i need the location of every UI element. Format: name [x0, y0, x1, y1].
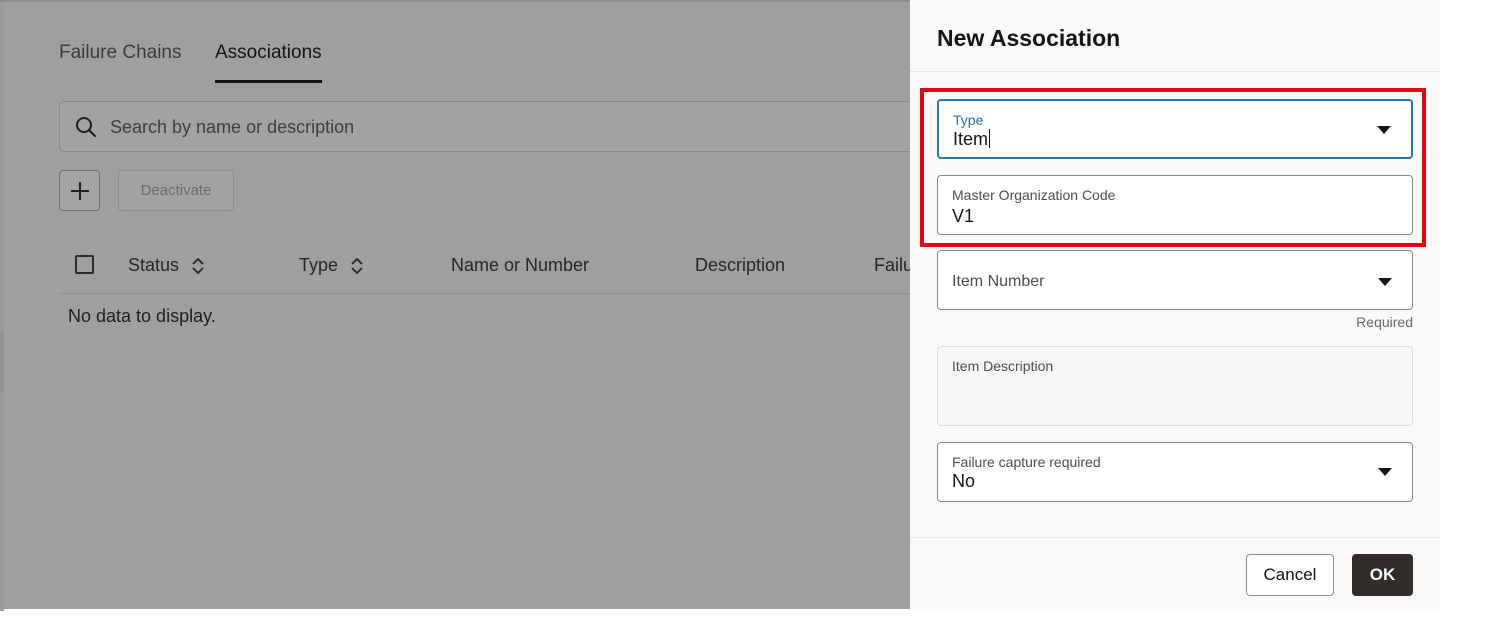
left-edge-marker — [0, 332, 4, 392]
deactivate-button[interactable]: Deactivate — [118, 170, 234, 211]
type-label: Type — [953, 112, 984, 128]
master-organization-code-label: Master Organization Code — [952, 187, 1116, 203]
sort-icon[interactable] — [350, 257, 364, 275]
tab-failure-chains[interactable]: Failure Chains — [59, 42, 182, 80]
search-input[interactable] — [110, 114, 890, 140]
column-header-label: Type — [299, 255, 339, 275]
footer-divider — [910, 537, 1440, 538]
drawer-title: New Association — [937, 25, 1121, 51]
column-header-status[interactable]: Status — [128, 255, 205, 276]
item-number-required-hint: Required — [1356, 314, 1413, 330]
column-header-failure: Failu — [874, 255, 913, 276]
tab-associations[interactable]: Associations — [215, 42, 322, 83]
type-value[interactable]: Item — [953, 129, 990, 150]
column-header-description: Description — [695, 255, 785, 276]
caret-down-icon[interactable] — [1378, 278, 1392, 286]
column-header-label: Description — [695, 255, 786, 275]
caret-down-icon[interactable] — [1378, 468, 1392, 476]
column-header-type[interactable]: Type — [299, 255, 364, 276]
search-icon — [76, 117, 97, 138]
search-bar[interactable] — [59, 101, 919, 152]
failure-capture-required-value[interactable]: No — [952, 471, 975, 492]
select-all-checkbox[interactable] — [75, 255, 94, 274]
ok-button[interactable]: OK — [1352, 554, 1413, 596]
column-header-label: Failu — [874, 255, 914, 275]
item-description-field: Item Description — [937, 346, 1413, 426]
item-number-label: Item Number — [952, 273, 1045, 290]
background-page: Failure Chains Associations Deactivate S… — [0, 0, 919, 611]
failure-capture-required-label: Failure capture required — [952, 454, 1101, 470]
add-button[interactable] — [59, 170, 100, 211]
empty-table-message: No data to display. — [68, 306, 216, 326]
table-header: Status Type Name or Number Description F… — [59, 246, 913, 294]
header-divider — [910, 71, 1440, 72]
left-edge-strip — [0, 2, 4, 611]
item-number-select[interactable]: Item Number — [937, 250, 1413, 310]
type-select[interactable]: Type Item — [937, 99, 1413, 159]
master-organization-code-field[interactable]: Master Organization Code V1 — [937, 175, 1413, 235]
item-description-label: Item Description — [952, 358, 1054, 374]
cancel-button[interactable]: Cancel — [1246, 554, 1334, 596]
sort-icon[interactable] — [191, 257, 205, 275]
column-header-name-or-number: Name or Number — [451, 255, 589, 276]
failure-capture-required-select[interactable]: Failure capture required No — [937, 442, 1413, 502]
column-header-label: Name or Number — [451, 255, 590, 275]
caret-down-icon[interactable] — [1377, 126, 1391, 134]
plus-icon — [70, 181, 89, 200]
new-association-drawer: New Association Type Item Master Organiz… — [910, 0, 1440, 609]
column-header-label: Status — [128, 255, 180, 275]
master-organization-code-value[interactable]: V1 — [952, 206, 974, 227]
